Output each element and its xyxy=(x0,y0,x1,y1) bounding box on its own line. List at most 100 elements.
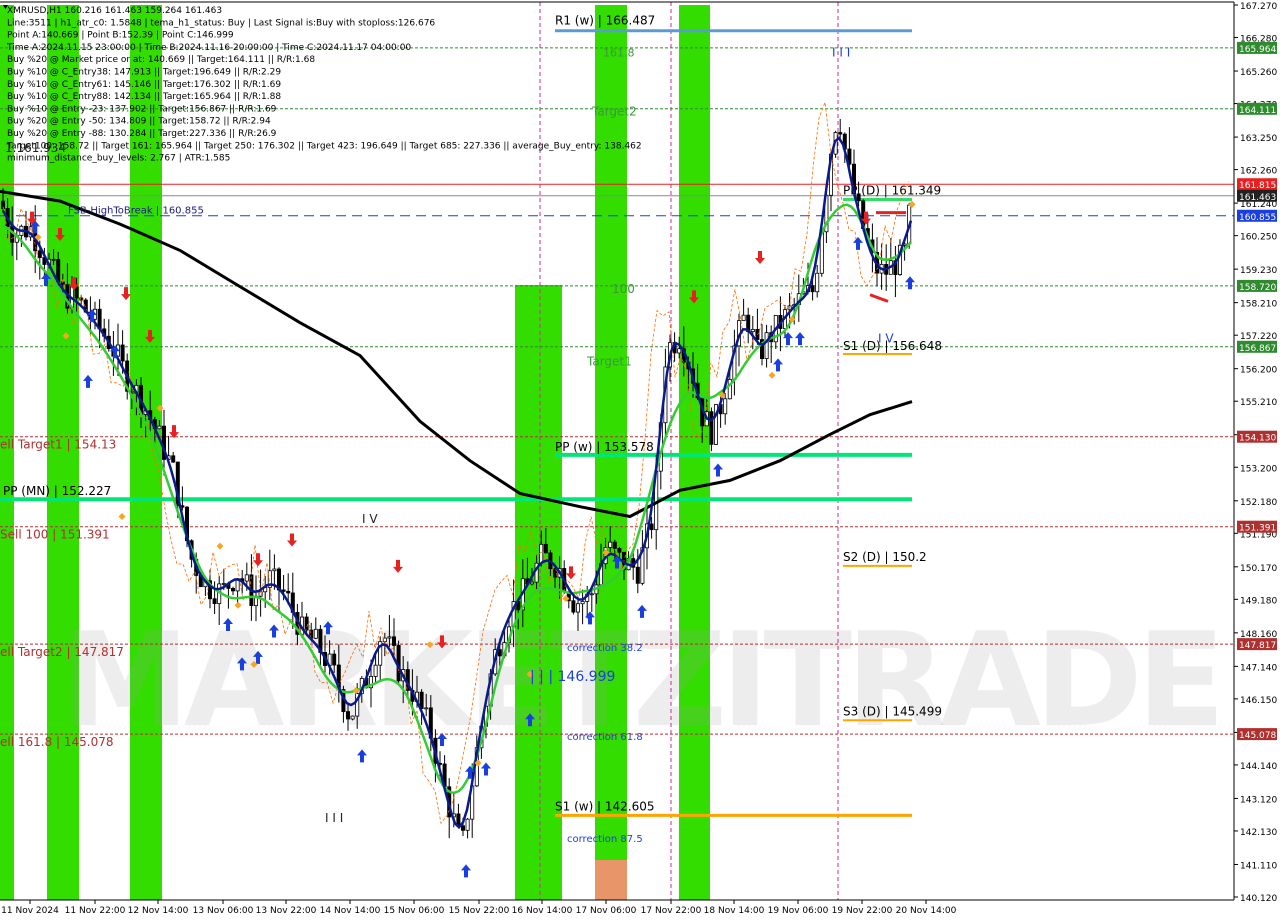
chart-annotation: 161.8 xyxy=(603,47,635,60)
candle-body xyxy=(424,707,429,710)
pivot-level-label: PP (w) | 153.578 xyxy=(555,440,654,454)
candle-body xyxy=(51,258,56,261)
y-tick-label: 155.210 xyxy=(1240,398,1277,408)
x-tick-label: 11 Nov 22:00 xyxy=(65,906,126,916)
x-tick-label: 18 Nov 14:00 xyxy=(704,906,765,916)
y-tick-label: 144.140 xyxy=(1240,762,1277,772)
candle-body xyxy=(635,566,640,584)
x-tick-label: 17 Nov 06:00 xyxy=(576,906,637,916)
x-tick-label: 12 Nov 14:00 xyxy=(128,906,189,916)
y-tick-label: 162.260 xyxy=(1240,167,1277,177)
price-badge-label: 151.391 xyxy=(1239,524,1276,534)
candle-body xyxy=(677,348,682,354)
x-tick-label: 17 Nov 22:00 xyxy=(641,906,702,916)
candle-body xyxy=(120,344,125,362)
candle-body xyxy=(286,590,291,594)
candle-body xyxy=(350,715,355,720)
candle-body xyxy=(387,636,392,639)
y-tick-label: 142.130 xyxy=(1240,828,1277,838)
y-tick-label: 157.220 xyxy=(1240,332,1277,342)
chart-annotation: Target1 xyxy=(586,354,632,368)
chart-annotation: correction 38.2 xyxy=(567,643,643,654)
info-line: Buy %10 @ C_Entry38: 147.913 || Target:1… xyxy=(7,68,281,78)
info-line: Buy %20 @ Market price or at: 140.669 ||… xyxy=(7,55,315,65)
y-tick-label: 167.270 xyxy=(1240,2,1277,12)
candle-body xyxy=(810,285,815,293)
candle-body xyxy=(230,587,235,592)
candle-body xyxy=(589,593,594,596)
candle-body xyxy=(272,568,277,572)
x-tick-label: 19 Nov 22:00 xyxy=(832,906,893,916)
candle-body xyxy=(345,711,350,720)
y-tick-label: 156.200 xyxy=(1240,366,1277,376)
x-tick-label: 15 Nov 06:00 xyxy=(384,906,445,916)
y-tick-label: 147.140 xyxy=(1240,663,1277,673)
price-badge-label: 165.964 xyxy=(1239,45,1276,55)
info-line: Line:3511 | h1_atr_c0: 1.5848 | tema_h1_… xyxy=(7,18,435,28)
price-badge-label: 164.111 xyxy=(1239,106,1276,116)
price-badge-label: 158.720 xyxy=(1239,283,1276,293)
pivot-level-label: S2 (D) | 150.2 xyxy=(843,550,927,564)
candle-body xyxy=(313,628,318,639)
candle-body xyxy=(612,541,617,549)
candle-body xyxy=(332,653,337,666)
candle-body xyxy=(373,664,378,677)
pivot-level-label: PP (MN) | 152.227 xyxy=(3,484,111,498)
x-tick-label: 11 Nov 2024 xyxy=(1,906,59,916)
candle-body xyxy=(764,332,769,359)
price-badge-label: 145.078 xyxy=(1239,731,1276,741)
zone-band xyxy=(47,5,79,900)
candle-body xyxy=(304,616,309,631)
info-line: Buy %20 @ Entry -50: 134.809 || Target:1… xyxy=(7,117,271,127)
y-tick-label: 150.170 xyxy=(1240,564,1277,574)
candle-body xyxy=(838,132,843,135)
candle-body xyxy=(649,523,654,531)
info-line: Time A:2024.11.15 23:00:00 | Time B:2024… xyxy=(6,43,411,53)
info-line: Point A:140.669 | Point B:152.39 | Point… xyxy=(7,31,234,41)
candle-body xyxy=(244,574,249,582)
chart-annotation: FSB-HighToBreak | 160.855 xyxy=(68,205,204,216)
candle-body xyxy=(530,581,535,585)
x-tick-label: 15 Nov 22:00 xyxy=(449,906,510,916)
chart-annotation: I I I xyxy=(325,811,343,825)
candle-body xyxy=(539,543,544,564)
zone-band xyxy=(679,5,710,900)
info-line: Buy %10 @ Entry -23: 137.902 || Target:1… xyxy=(7,104,277,114)
info-line: minimum_distance_buy_levels: 2.767 | ATR… xyxy=(7,154,230,164)
candle-body xyxy=(815,272,820,293)
sell-level-label: ell 161.8 | 145.078 xyxy=(0,735,114,749)
candle-body xyxy=(157,425,162,430)
candle-body xyxy=(212,598,217,605)
y-tick-label: 165.260 xyxy=(1240,68,1277,78)
y-tick-label: 158.210 xyxy=(1240,300,1277,310)
candle-body xyxy=(750,329,755,333)
candle-body xyxy=(171,455,176,463)
y-tick-label: 160.250 xyxy=(1240,233,1277,243)
candle-body xyxy=(723,398,728,415)
price-badge-label: 154.130 xyxy=(1239,434,1276,444)
y-tick-label: 149.180 xyxy=(1240,596,1277,606)
y-tick-label: 159.230 xyxy=(1240,266,1277,276)
x-tick-label: 16 Nov 14:00 xyxy=(512,906,573,916)
pivot-level-label: S3 (D) | 145.499 xyxy=(843,704,942,718)
zone-band xyxy=(595,860,627,900)
candle-body xyxy=(221,583,226,585)
chart-annotation: correction 61.8 xyxy=(567,732,643,743)
price-chart: MARKETZITRADE R1 (w) | 166.487PP (D) | 1… xyxy=(0,0,1280,920)
chart-annotation: I V xyxy=(362,512,378,526)
candle-body xyxy=(74,286,79,299)
y-tick-label: 143.120 xyxy=(1240,795,1277,805)
candle-body xyxy=(608,541,613,548)
info-line: Buy %20 @ Entry -88: 130.284 || Target:2… xyxy=(7,129,277,139)
zone-band xyxy=(0,5,14,900)
info-line: XMRUSD,H1 160.216 161.463 159.264 161.46… xyxy=(7,6,222,16)
chart-annotation: Target2 xyxy=(591,105,637,119)
x-tick-label: 14 Nov 14:00 xyxy=(320,906,381,916)
chart-annotation: I V xyxy=(878,331,894,345)
candle-body xyxy=(709,411,714,445)
candle-body xyxy=(460,825,465,831)
y-tick-label: 152.180 xyxy=(1240,498,1277,508)
price-badge-label: 160.855 xyxy=(1239,213,1276,223)
price-badge-label: 161.815 xyxy=(1239,181,1276,191)
chart-annotation: correction 87.5 xyxy=(567,834,643,845)
